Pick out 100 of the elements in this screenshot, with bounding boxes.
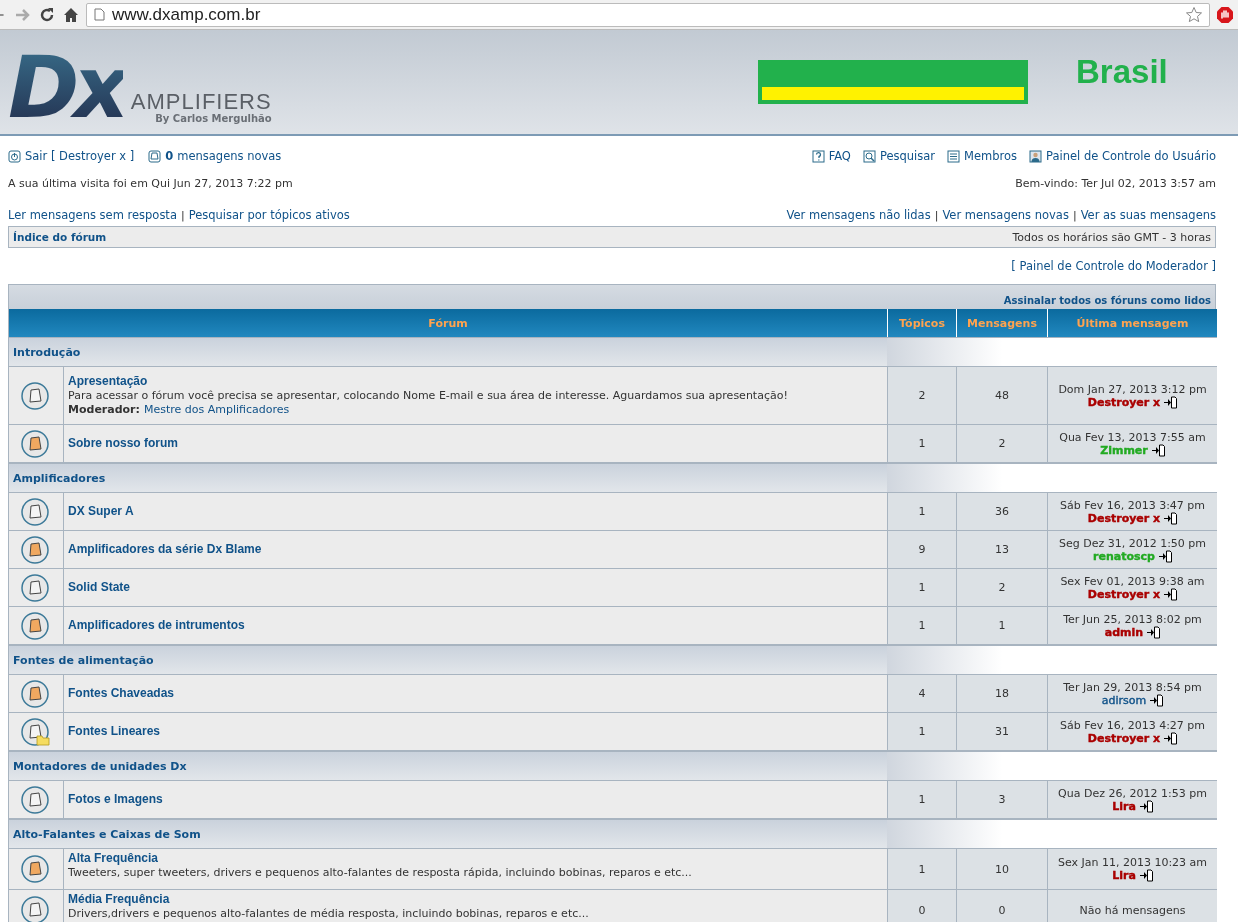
last-post-date: Seg Dez 31, 2012 1:50 pm [1058, 536, 1207, 550]
column-header: Tópicos [887, 309, 956, 337]
last-post-date: Qua Fev 13, 2013 7:55 am [1059, 430, 1206, 444]
nav-link[interactable]: Painel de Controle do Usuário [1029, 149, 1216, 163]
posts-count: 1 [956, 607, 1047, 645]
quick-link[interactable]: Pesquisar por tópicos ativos [188, 208, 350, 222]
forum-link[interactable]: Média Frequência [68, 893, 887, 906]
power-icon [8, 149, 21, 163]
new-messages-link[interactable]: 0 mensagens novas [148, 149, 282, 163]
topics-count: 2 [887, 367, 956, 425]
url-text: www.dxamp.com.br [112, 4, 262, 25]
quick-link[interactable]: Ler mensagens sem resposta [8, 208, 177, 222]
posts-count: 36 [956, 493, 1047, 531]
posts-count: 0 [956, 890, 1047, 922]
author-link[interactable]: Destroyer x [1087, 511, 1178, 525]
go-to-post-icon[interactable] [1164, 587, 1178, 601]
nav-link[interactable]: FAQ [811, 149, 851, 163]
quick-link[interactable]: Ver mensagens não lidas [786, 208, 931, 222]
quick-link[interactable]: Ver as suas mensagens [1080, 208, 1216, 222]
posts-count: 3 [956, 781, 1047, 819]
moderator-label: Moderador: [68, 403, 140, 416]
posts-count: 18 [956, 675, 1047, 713]
topics-count: 1 [887, 493, 956, 531]
go-to-post-icon[interactable] [1139, 869, 1153, 882]
nav-link[interactable]: Membros [947, 149, 1018, 163]
column-header: Última mensagem [1047, 309, 1217, 337]
stop-hand-icon[interactable] [1216, 5, 1234, 24]
country-label: Brasil [1076, 53, 1168, 91]
category-link[interactable]: Fontes de alimentação [13, 653, 154, 667]
go-to-post-icon[interactable] [1150, 693, 1164, 707]
inbox-icon [148, 149, 162, 163]
last-visit-text: A sua última visita foi em Qui Jun 27, 2013 7:22 pm [8, 176, 293, 190]
author-link[interactable]: adirsom [1101, 693, 1164, 707]
column-header: Mensagens [956, 309, 1047, 337]
category-link[interactable]: Alto-Falantes e Caixas de Som [13, 827, 201, 841]
address-bar[interactable]: www.dxamp.com.br [86, 2, 1210, 27]
last-post-date: Sex Jan 11, 2013 10:23 am [1057, 856, 1208, 869]
posts-count: 2 [956, 425, 1047, 463]
go-to-post-icon[interactable] [1164, 395, 1178, 409]
moderator-panel-link[interactable]: [ Painel de Controle do Moderador ] [1011, 259, 1216, 273]
posts-count: 13 [956, 531, 1047, 569]
go-to-post-icon[interactable] [1164, 511, 1178, 525]
go-to-post-icon[interactable] [1139, 799, 1153, 813]
go-to-post-icon[interactable] [1164, 731, 1178, 745]
author-link[interactable]: Destroyer x [1087, 395, 1178, 409]
star-icon[interactable] [1185, 5, 1203, 24]
last-post-date: Dom Jan 27, 2013 3:12 pm [1058, 382, 1207, 396]
topics-count: 1 [887, 781, 956, 819]
posts-count: 2 [956, 569, 1047, 607]
go-to-post-icon[interactable] [1158, 549, 1172, 563]
forum-description: Para acessar o fórum você precisa se apresentar, colocando Nome E-mail e sua área de interesse. Aguardamos sua apresentação! [68, 389, 789, 402]
link-separator: | [180, 208, 185, 222]
home-icon[interactable] [62, 5, 80, 24]
author-link[interactable]: Lira [1112, 799, 1153, 813]
quick-link[interactable]: Ver mensagens novas [942, 208, 1069, 222]
link-separator: | [934, 208, 939, 222]
logo-wordmark: AMPLIFIERS [130, 91, 272, 113]
category-link[interactable]: Amplificadores [13, 471, 106, 485]
page-icon [93, 8, 106, 21]
nav-link[interactable]: Pesquisar [862, 149, 936, 163]
mark-read-link[interactable]: Assinalar todos os fóruns como lidos [1003, 294, 1211, 306]
posts-count: 31 [956, 713, 1047, 751]
category-link[interactable]: Introdução [13, 345, 81, 359]
author-link[interactable]: Destroyer x [1087, 587, 1178, 601]
topics-count: 1 [887, 569, 956, 607]
forum-link[interactable]: Apresentação [68, 375, 887, 388]
logout-link[interactable]: Sair [ Destroyer x ] [8, 149, 135, 163]
list-icon [947, 149, 961, 163]
topics-count: 1 [887, 849, 956, 890]
author-link[interactable]: admin [1104, 625, 1161, 639]
last-post-date: Sáb Fev 16, 2013 3:47 pm [1059, 498, 1206, 512]
user-icon [1029, 149, 1043, 163]
topics-count: 9 [887, 531, 956, 569]
moderator-link[interactable]: Mestre dos Amplificadores [143, 403, 290, 416]
topics-count: 1 [887, 713, 956, 751]
last-post-date: Ter Jun 25, 2013 8:02 pm [1063, 612, 1202, 626]
reload-icon[interactable] [38, 5, 56, 24]
timezone-text: Todos os horários são GMT - 3 horas [1012, 230, 1211, 244]
breadcrumb-link[interactable]: Índice do fórum [13, 231, 107, 243]
no-posts-text: Não há mensagens [1079, 903, 1186, 917]
search-icon [862, 149, 876, 163]
faq-icon [811, 149, 825, 163]
forum-description: Drivers,drivers e pequenos alto-falantes de média resposta, incluindo bobinas, reparos e etc... [68, 907, 590, 920]
go-to-post-icon[interactable] [1147, 625, 1161, 639]
last-post-date: Sex Fev 01, 2013 9:38 am [1060, 574, 1205, 588]
category-link[interactable]: Montadores de unidades Dx [13, 759, 187, 773]
author-link[interactable]: Lira [1112, 869, 1153, 882]
column-header: Fórum [9, 309, 887, 337]
topics-count: 4 [887, 675, 956, 713]
forum-description: Tweeters, super tweeters, drivers e pequenos alto-falantes de resposta rápida, incluindo bobinas, reparos e etc... [68, 866, 693, 879]
go-to-post-icon[interactable] [1151, 443, 1165, 457]
last-post-date: Ter Jan 29, 2013 8:54 pm [1063, 680, 1202, 694]
link-separator: | [1072, 208, 1077, 222]
last-post-date: Qua Dez 26, 2012 1:53 pm [1058, 786, 1207, 800]
topics-count: 1 [887, 425, 956, 463]
posts-count: 48 [956, 367, 1047, 425]
last-post-date: Sáb Fev 16, 2013 4:27 pm [1059, 718, 1206, 732]
author-link[interactable]: Destroyer x [1087, 731, 1178, 745]
forum-link[interactable]: Alta Frequência [68, 852, 887, 865]
logo-byline: By Carlos Mergulhão [155, 113, 272, 124]
